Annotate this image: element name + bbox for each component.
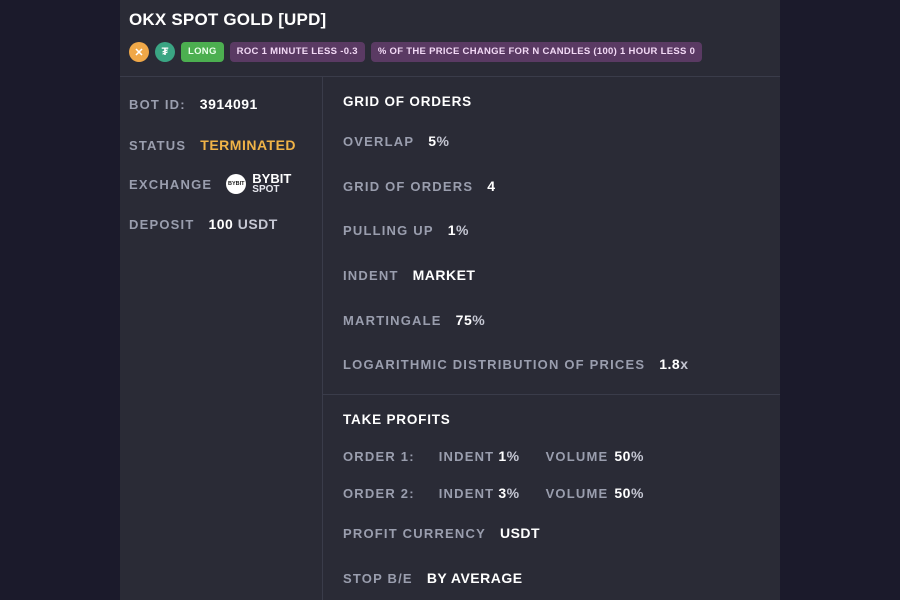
stop-be-label: STOP B/E [343,570,413,586]
grid-count-row: GRID OF ORDERS 4 [343,178,496,194]
log-distribution-row: LOGARITHMIC DISTRIBUTION OF PRICES 1.8x [343,356,689,372]
profit-currency-row: PROFIT CURRENCY USDT [343,525,540,541]
martingale-label: MARTINGALE [343,312,442,328]
pulling-up-value: 1% [448,222,469,238]
profit-currency-label: PROFIT CURRENCY [343,525,486,541]
deposit-label: DEPOSIT [129,216,195,232]
martingale-row: MARTINGALE 75% [343,312,485,328]
exchange-name: BYBIT SPOT [252,171,292,195]
log-distribution-label: LOGARITHMIC DISTRIBUTION OF PRICES [343,356,646,372]
grid-count-value: 4 [487,178,496,194]
order-2-indent-number: 3 [498,485,507,501]
header-divider [120,76,780,77]
section-divider [323,394,780,395]
take-profit-order-2: ORDER 2: INDENT 3% VOLUME 50% [343,485,644,501]
stop-be-row: STOP B/E BY AVERAGE [343,570,523,586]
condition-badge-price-change: % OF THE PRICE CHANGE FOR N CANDLES (100… [370,42,703,62]
bot-card: OKX SPOT GOLD [UPD] ✕ ₮ LONG ROC 1 MINUT… [120,0,780,600]
status-value: TERMINATED [200,137,297,153]
stop-be-value: BY AVERAGE [426,570,523,586]
order-2-volume-unit: % [630,485,644,501]
deposit-row: DEPOSIT 100 USDT [129,216,278,232]
exchange-row: EXCHANGE BYBIT BYBIT SPOT [129,171,292,195]
condition-badge-roc: ROC 1 MINUTE LESS -0.3 [229,42,365,62]
overlap-label: OVERLAP [343,133,415,149]
order-2-volume-value: 50% [614,485,644,501]
order-2-volume-label: VOLUME [545,485,609,501]
indent-label: INDENT [343,267,399,283]
profit-currency-value: USDT [499,525,541,541]
grid-count-label: GRID OF ORDERS [343,178,474,194]
overlap-row: OVERLAP 5% [343,133,450,149]
column-divider [322,77,323,600]
martingale-unit: % [472,312,486,328]
order-1-indent-value: 1% [498,448,519,464]
order-1-label: ORDER 1: [343,448,415,464]
order-2-indent-unit: % [506,485,520,501]
martingale-number: 75 [455,312,473,328]
order-1-indent-label: INDENT [438,448,495,464]
exchange-label: EXCHANGE [129,176,213,192]
pulling-up-unit: % [456,222,469,238]
take-profits-title: TAKE PROFITS [343,412,451,427]
pulling-up-label: PULLING UP [343,222,434,238]
deposit-amount: 100 [208,216,234,232]
bot-title: OKX SPOT GOLD [UPD] [129,10,327,29]
log-distribution-unit: x [680,356,689,372]
tether-icon: ₮ [155,42,175,62]
deposit-currency: USDT [237,216,278,232]
martingale-value: 75% [456,312,486,328]
order-1-volume-unit: % [630,448,644,464]
take-profit-order-1: ORDER 1: INDENT 1% VOLUME 50% [343,448,644,464]
bot-id-label: BOT ID: [129,96,186,112]
order-1-indent-unit: % [506,448,520,464]
overlap-unit: % [436,133,450,149]
exchange-market-text: SPOT [252,184,280,195]
order-2-label: ORDER 2: [343,485,415,501]
deposit-value: 100 USDT [208,216,277,232]
pulling-up-number: 1 [447,222,457,238]
direction-badge: LONG [181,42,224,62]
status-label: STATUS [129,137,187,153]
overlap-value: 5% [428,133,449,149]
status-row: STATUS TERMINATED [129,137,296,153]
order-2-volume-number: 50 [614,485,631,501]
order-1-indent-number: 1 [498,448,507,464]
order-2-indent-value: 3% [498,485,519,501]
exchange-name-text: BYBIT [252,171,292,186]
order-1-volume-label: VOLUME [545,448,609,464]
order-2-indent-label: INDENT [438,485,495,501]
order-1-volume-value: 50% [614,448,644,464]
bot-tags: ✕ ₮ LONG ROC 1 MINUTE LESS -0.3 % OF THE… [129,42,708,62]
bot-id-value: 3914091 [199,96,258,112]
indent-value: MARKET [412,267,476,283]
bot-id-row: BOT ID: 3914091 [129,96,258,112]
log-distribution-number: 1.8 [659,356,681,372]
log-distribution-value: 1.8x [659,356,688,372]
pulling-up-row: PULLING UP 1% [343,222,469,238]
indent-row: INDENT MARKET [343,267,475,283]
bybit-logo-icon: BYBIT [226,174,247,194]
overlap-number: 5 [428,133,437,149]
order-1-volume-number: 50 [614,448,631,464]
x-coin-icon: ✕ [129,42,149,62]
grid-section-title: GRID OF ORDERS [343,94,472,109]
